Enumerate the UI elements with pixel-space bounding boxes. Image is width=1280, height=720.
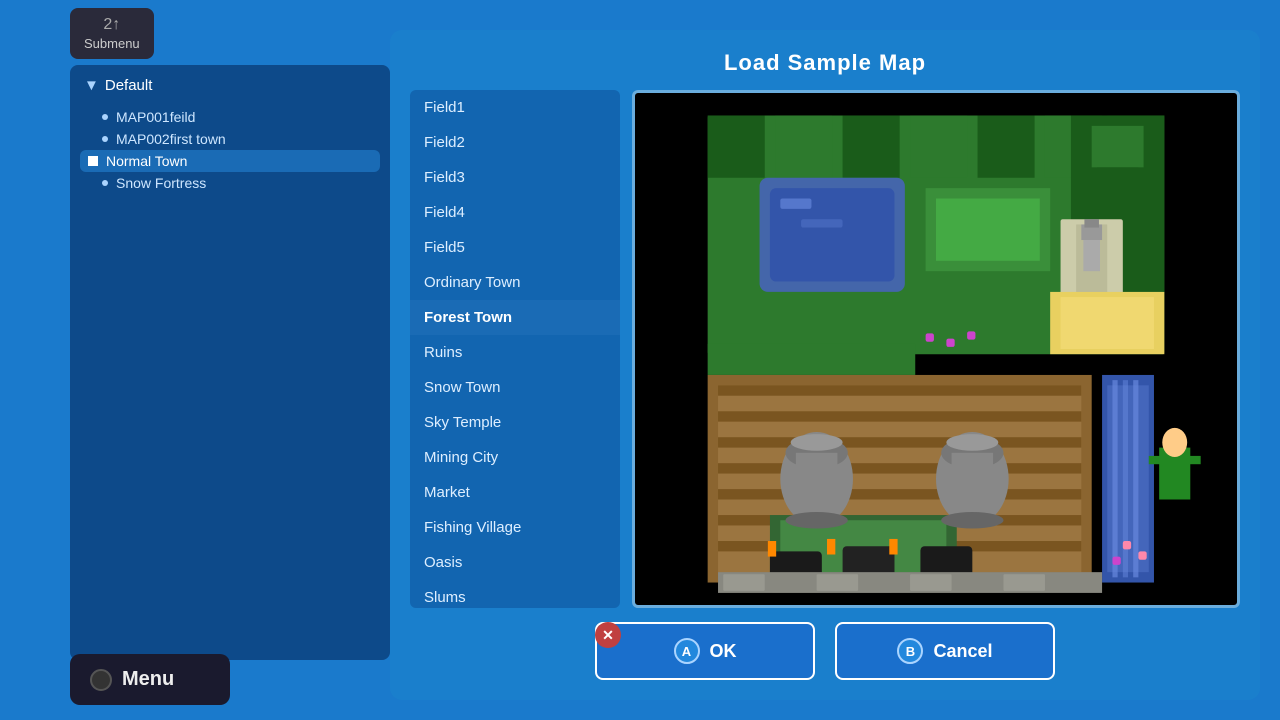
cancel-badge: B: [897, 638, 923, 664]
sidebar-item-label: MAP002first town: [116, 131, 226, 147]
collapse-arrow: ▼: [84, 77, 99, 94]
map-list-item[interactable]: Snow Town: [410, 370, 620, 405]
map-list-item[interactable]: Field5: [410, 230, 620, 265]
map-list-item[interactable]: Field1: [410, 90, 620, 125]
menu-label: Menu: [122, 668, 174, 691]
sidebar-header: ▼ Default: [80, 77, 380, 94]
map-list-item[interactable]: Sky Temple: [410, 405, 620, 440]
map-preview: [632, 90, 1240, 608]
sidebar-item-label: MAP001feild: [116, 109, 195, 125]
map-list-item[interactable]: Field2: [410, 125, 620, 160]
map-preview-svg: [635, 93, 1237, 605]
dot-icon: [102, 180, 108, 186]
cancel-label: Cancel: [933, 641, 992, 662]
sidebar-title: Default: [105, 77, 153, 94]
map-list-item[interactable]: Market: [410, 475, 620, 510]
ok-badge: A: [674, 638, 700, 664]
map-list-item[interactable]: Slums: [410, 580, 620, 608]
map-list-item[interactable]: Fishing Village: [410, 510, 620, 545]
dialog-body: Field1Field2Field3Field4Field5Ordinary T…: [410, 90, 1240, 608]
submenu-label: Submenu: [84, 36, 140, 51]
map-list-item[interactable]: Forest Town: [410, 300, 620, 335]
menu-button[interactable]: Menu: [70, 654, 230, 705]
close-x-button[interactable]: ✕: [595, 622, 621, 648]
sidebar-item-map002[interactable]: MAP002first town: [80, 128, 380, 150]
ok-button[interactable]: A OK: [595, 622, 815, 680]
sidebar-item-label: Normal Town: [106, 153, 187, 169]
map-list-container: Field1Field2Field3Field4Field5Ordinary T…: [410, 90, 620, 608]
ok-label: OK: [710, 641, 737, 662]
cancel-button[interactable]: B Cancel: [835, 622, 1055, 680]
sidebar-item-map001[interactable]: MAP001feild: [80, 106, 380, 128]
map-list[interactable]: Field1Field2Field3Field4Field5Ordinary T…: [410, 90, 620, 608]
menu-circle-icon: [90, 669, 112, 691]
dot-icon: [102, 136, 108, 142]
dialog-title: Load Sample Map: [410, 50, 1240, 76]
sidebar-item-label: Snow Fortress: [116, 175, 206, 191]
map-list-item[interactable]: Mining City: [410, 440, 620, 475]
map-list-item[interactable]: Ordinary Town: [410, 265, 620, 300]
sidebar: ▼ Default MAP001feild MAP002first town N…: [70, 65, 390, 660]
submenu-button[interactable]: 2↑ Submenu: [70, 8, 154, 59]
square-icon: [88, 156, 98, 166]
sidebar-item-snow-fortress[interactable]: Snow Fortress: [80, 172, 380, 194]
dot-icon: [102, 114, 108, 120]
map-list-item[interactable]: Ruins: [410, 335, 620, 370]
submenu-icon: 2↑: [103, 16, 120, 34]
map-list-item[interactable]: Oasis: [410, 545, 620, 580]
map-list-item[interactable]: Field4: [410, 195, 620, 230]
load-sample-map-dialog: Load Sample Map Field1Field2Field3Field4…: [390, 30, 1260, 700]
sidebar-item-normal-town[interactable]: Normal Town: [80, 150, 380, 172]
map-list-item[interactable]: Field3: [410, 160, 620, 195]
dialog-buttons: A OK B Cancel: [410, 622, 1240, 680]
